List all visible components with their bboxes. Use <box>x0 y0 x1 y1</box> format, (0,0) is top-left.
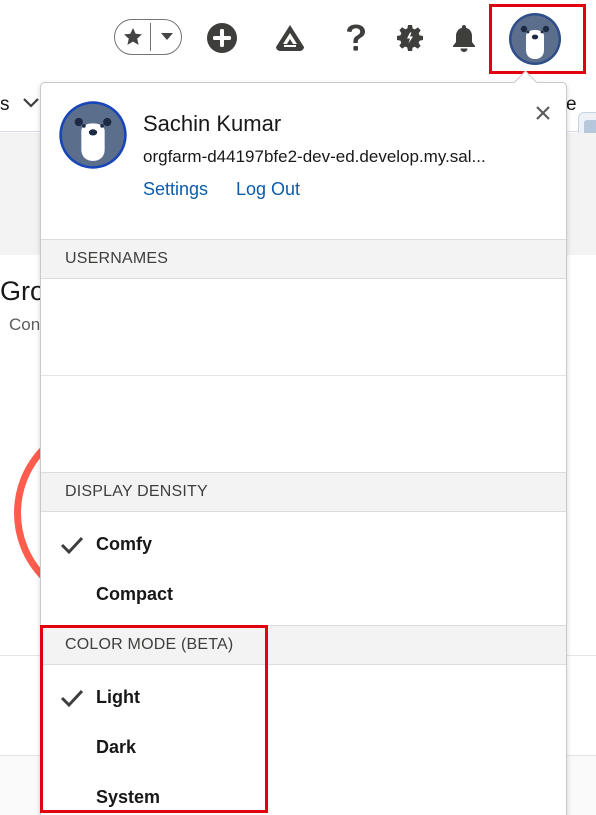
notifications-button[interactable] <box>444 18 484 58</box>
density-option-compact[interactable]: Compact <box>96 584 173 605</box>
profile-name: Sachin Kumar <box>143 111 282 136</box>
plus-icon <box>207 23 237 53</box>
page-title-partial: Gro <box>0 276 46 306</box>
checkmark-icon <box>60 536 84 555</box>
bell-icon <box>453 25 475 52</box>
close-button[interactable] <box>530 100 556 126</box>
page-subtitle-partial: Con <box>9 315 41 334</box>
question-icon <box>347 24 365 51</box>
gear-icon <box>397 25 423 51</box>
display-density-header-label: DISPLAY DENSITY <box>65 483 208 500</box>
profile-org-url: orgfarm-d44197bfe2-dev-ed.develop.my.sal… <box>143 147 486 166</box>
display-density-section-header: DISPLAY DENSITY <box>41 472 566 512</box>
caret-down-icon <box>160 33 173 40</box>
density-option-comfy[interactable]: Comfy <box>96 534 152 555</box>
usernames-section-header: USERNAMES <box>41 239 566 279</box>
favorites-button[interactable] <box>115 20 151 54</box>
usernames-divider <box>41 375 566 376</box>
nav-item-partial-right[interactable]: e <box>566 94 577 116</box>
close-icon <box>536 106 550 120</box>
bear-avatar-icon <box>59 101 127 169</box>
favorites-menu-button[interactable] <box>151 20 182 54</box>
star-icon <box>124 28 142 45</box>
chevron-down-icon[interactable] <box>22 92 40 112</box>
global-actions-button[interactable] <box>202 18 242 58</box>
global-header <box>0 0 596 80</box>
setup-button[interactable] <box>390 18 430 58</box>
logout-link[interactable]: Log Out <box>236 179 300 200</box>
usernames-header-label: USERNAMES <box>65 250 169 267</box>
trailhead-icon <box>276 25 304 51</box>
favorites-group <box>114 19 182 55</box>
trailhead-button[interactable] <box>270 18 310 58</box>
help-button[interactable] <box>336 18 376 58</box>
settings-link[interactable]: Settings <box>143 179 208 200</box>
color-mode-highlight-box <box>40 625 268 813</box>
nav-item-partial[interactable]: s <box>0 94 10 116</box>
profile-avatar <box>58 100 128 170</box>
avatar-highlight-box <box>489 4 586 74</box>
